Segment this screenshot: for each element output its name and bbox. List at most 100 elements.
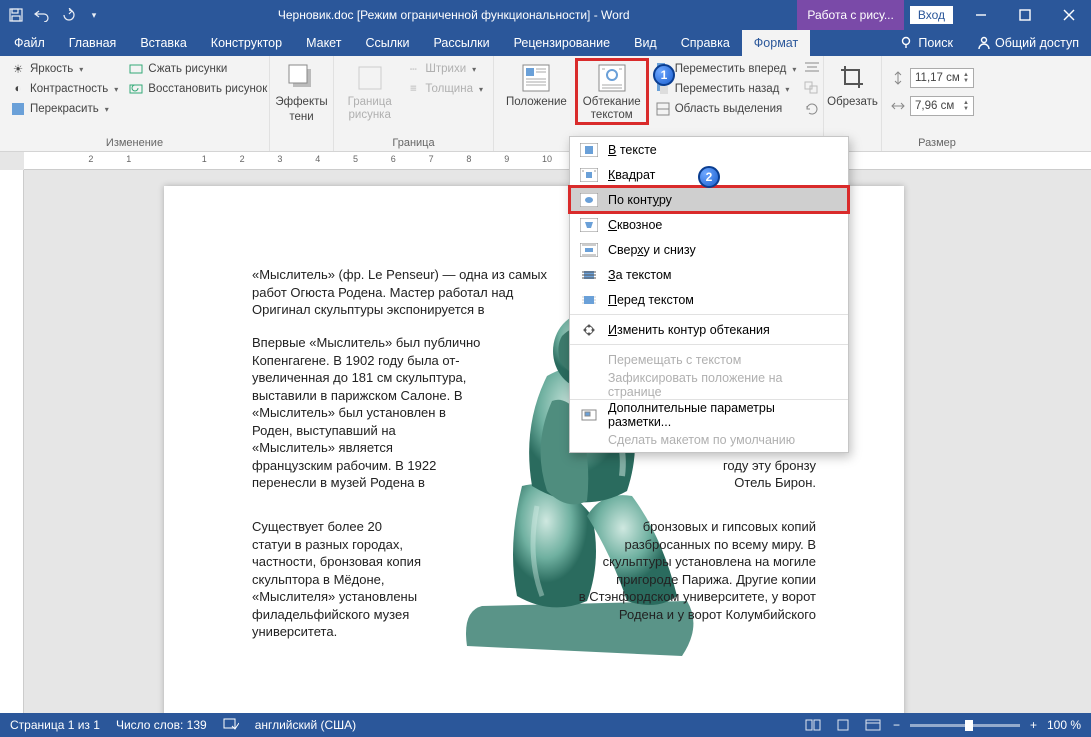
status-bar: Страница 1 из 1 Число слов: 139 английск… xyxy=(0,713,1091,737)
para3-right: бронзовых и гипсовых копий разбросанных … xyxy=(556,518,816,623)
contrast-button[interactable]: ◐Контрастность▾ xyxy=(8,80,120,98)
wrap-text-button[interactable]: Обтекание текстом xyxy=(577,60,647,123)
compress-button[interactable]: Сжать рисунки xyxy=(126,60,269,78)
tab-search[interactable]: Поиск xyxy=(888,30,965,56)
zoom-value[interactable]: 100 % xyxy=(1047,718,1081,732)
signin-button[interactable]: Вход xyxy=(910,6,953,24)
group-border: Граница рисунка ┄Штрихи▾ ≡Толщина▾ Грани… xyxy=(334,56,494,151)
crop-button[interactable]: Обрезать xyxy=(823,60,882,111)
status-language[interactable]: английский (США) xyxy=(255,718,356,732)
wrap-tight-icon xyxy=(580,192,598,208)
view-print-icon[interactable] xyxy=(833,716,853,734)
zoom-slider[interactable] xyxy=(910,724,1020,727)
maximize-button[interactable] xyxy=(1003,0,1047,30)
width-input[interactable]: 7,96 см▲▼ xyxy=(910,96,974,116)
tab-review[interactable]: Рецензирование xyxy=(502,30,623,56)
undo-icon[interactable] xyxy=(34,7,50,23)
reset-button[interactable]: Восстановить рисунок xyxy=(126,80,269,98)
wrap-infront-icon xyxy=(580,292,598,308)
tab-layout[interactable]: Макет xyxy=(294,30,353,56)
status-spellcheck-icon[interactable] xyxy=(223,717,239,734)
title-bar: ▾ Черновик.doc [Режим ограниченной функц… xyxy=(0,0,1091,30)
dd-edit-points[interactable]: Изменить контур обтекания xyxy=(570,317,848,342)
dd-behind[interactable]: За текстом xyxy=(570,262,848,287)
brightness-button[interactable]: ☀Яркость▾ xyxy=(8,60,120,78)
dashes-button[interactable]: ┄Штрихи▾ xyxy=(403,60,485,78)
selection-pane-icon xyxy=(655,101,671,117)
send-backward-button[interactable]: Переместить назад▾ xyxy=(653,80,799,98)
more-layout-icon xyxy=(580,407,598,423)
align-icon[interactable] xyxy=(804,60,820,76)
weight-icon: ≡ xyxy=(405,81,421,97)
close-button[interactable] xyxy=(1047,0,1091,30)
tab-design[interactable]: Конструктор xyxy=(199,30,294,56)
wrap-square-icon xyxy=(580,167,598,183)
dd-through[interactable]: Сквозное xyxy=(570,212,848,237)
tab-insert[interactable]: Вставка xyxy=(128,30,198,56)
para2-left: Впервые «Мыслитель» был публично Копенга… xyxy=(252,334,492,492)
quick-access-toolbar: ▾ xyxy=(0,7,110,23)
dd-infront[interactable]: Перед текстом xyxy=(570,287,848,312)
person-icon xyxy=(977,36,991,50)
wrap-icon xyxy=(596,62,628,94)
tab-help[interactable]: Справка xyxy=(669,30,742,56)
dd-tight[interactable]: По контуру xyxy=(570,187,848,212)
contrast-icon: ◐ xyxy=(10,81,26,97)
sun-icon: ☀ xyxy=(10,61,26,77)
zoom-in-button[interactable]: + xyxy=(1030,718,1037,732)
group-border-label: Граница xyxy=(342,135,485,149)
group-effects: Эффектытени xyxy=(270,56,334,151)
contextual-tab-label[interactable]: Работа с рису... xyxy=(797,0,903,30)
dd-set-default: Сделать макетом по умолчанию xyxy=(570,427,848,452)
dashes-icon: ┄ xyxy=(405,61,421,77)
qat-dropdown-icon[interactable]: ▾ xyxy=(86,7,102,23)
recolor-icon xyxy=(10,101,26,117)
status-words[interactable]: Число слов: 139 xyxy=(116,718,207,732)
group-adjust: ☀Яркость▾ ◐Контрастность▾ Перекрасить▾ С… xyxy=(0,56,270,151)
status-page[interactable]: Страница 1 из 1 xyxy=(10,718,100,732)
rotate-icon[interactable] xyxy=(804,100,820,116)
tab-file[interactable]: Файл xyxy=(2,30,57,56)
height-input[interactable]: 11,17 см▲▼ xyxy=(910,68,974,88)
weight-button[interactable]: ≡Толщина▾ xyxy=(403,80,485,98)
group-size: 11,17 см▲▼ 7,96 см▲▼ Размер xyxy=(882,56,992,151)
height-field-row: 11,17 см▲▼ xyxy=(890,68,974,88)
selection-pane-button[interactable]: Область выделения xyxy=(653,100,799,118)
redo-icon[interactable] xyxy=(60,7,76,23)
dd-topbottom[interactable]: Сверху и снизу xyxy=(570,237,848,262)
group-size-label: Размер xyxy=(890,135,984,149)
recolor-button[interactable]: Перекрасить▾ xyxy=(8,100,120,118)
shadow-icon xyxy=(286,62,318,94)
callout-2: 2 xyxy=(698,166,720,188)
position-icon xyxy=(520,62,552,94)
height-icon xyxy=(890,70,906,86)
tab-home[interactable]: Главная xyxy=(57,30,129,56)
position-button[interactable]: Положение xyxy=(502,60,571,111)
crop-icon xyxy=(837,62,869,94)
wrap-inline-icon xyxy=(580,142,598,158)
dd-separator xyxy=(570,344,848,345)
dd-more-options[interactable]: Дополнительные параметры разметки... xyxy=(570,402,848,427)
zoom-out-button[interactable]: − xyxy=(893,718,900,732)
document-area: «Мыслитель» (фр. Le Penseur) — одна из с… xyxy=(24,170,1091,713)
tab-view[interactable]: Вид xyxy=(622,30,669,56)
tab-references[interactable]: Ссылки xyxy=(353,30,421,56)
dd-separator xyxy=(570,314,848,315)
group-icon[interactable] xyxy=(804,80,820,96)
border-button[interactable]: Граница рисунка xyxy=(342,60,397,123)
view-read-icon[interactable] xyxy=(803,716,823,734)
tab-share[interactable]: Общий доступ xyxy=(965,30,1091,56)
view-web-icon[interactable] xyxy=(863,716,883,734)
tab-mailings[interactable]: Рассылки xyxy=(421,30,501,56)
minimize-button[interactable] xyxy=(959,0,1003,30)
border-icon xyxy=(354,62,386,94)
dd-fix-on-page: Зафиксировать положение на странице xyxy=(570,372,848,397)
shadow-effects-button[interactable]: Эффектытени xyxy=(271,60,331,125)
dd-move-with-text: Перемещать с текстом xyxy=(570,347,848,372)
ribbon-tabs: Файл Главная Вставка Конструктор Макет С… xyxy=(0,30,1091,56)
tab-format[interactable]: Формат xyxy=(742,30,810,56)
para1-left: «Мыслитель» (фр. Le Penseur) — одна из с… xyxy=(252,266,552,319)
width-field-row: 7,96 см▲▼ xyxy=(890,96,974,116)
save-icon[interactable] xyxy=(8,7,24,23)
dd-inline[interactable]: В тексте xyxy=(570,137,848,162)
